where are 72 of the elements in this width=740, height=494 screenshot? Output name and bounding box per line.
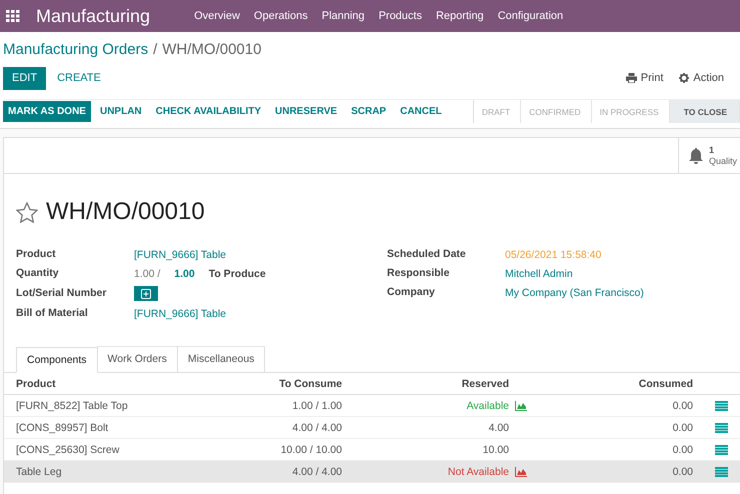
column-header: Consumed <box>531 373 693 394</box>
quantity-input[interactable]: 1.00 <box>174 268 195 280</box>
tab[interactable]: Miscellaneous <box>176 346 266 372</box>
header-button[interactable]: CANCEL <box>395 101 447 122</box>
field-link[interactable]: [FURN_9666] Table <box>134 308 387 320</box>
menu-item[interactable]: Configuration <box>498 10 564 22</box>
field-value: 1.00 / <box>134 268 160 280</box>
print-menu[interactable]: Print <box>640 72 664 84</box>
chart-icon[interactable] <box>515 400 527 410</box>
availability-status: Not Available <box>448 466 509 478</box>
bell-icon <box>688 147 704 164</box>
field-label: Company <box>387 286 436 299</box>
table-cell: 0.00 <box>531 460 693 482</box>
column-header: Reserved <box>342 373 531 394</box>
field-label: Scheduled Date <box>387 248 467 261</box>
list-icon[interactable] <box>715 422 728 432</box>
list-icon[interactable] <box>715 444 728 454</box>
field-label: Quantity <box>16 267 60 280</box>
table-cell: 4.00 / 4.00 <box>210 460 342 482</box>
record-title: WH/MO/00010 <box>46 198 205 226</box>
status-stage[interactable]: TO CLOSE <box>670 100 740 123</box>
table-cell: 0.00 <box>531 394 693 416</box>
printer-icon <box>626 73 637 83</box>
table-cell: 1.00 / 1.00 <box>210 394 342 416</box>
action-menu[interactable]: Action <box>693 72 724 84</box>
table-cell: 4.00 / 4.00 <box>210 416 342 438</box>
quality-label: Quality <box>709 156 738 166</box>
field-value: 05/26/2021 15:58:40 <box>505 248 602 260</box>
field-label: Bill of Material <box>16 307 89 320</box>
app-title: Manufacturing <box>36 6 150 26</box>
plus-square-icon <box>141 288 151 298</box>
column-header: To Consume <box>210 373 342 394</box>
column-header: Product <box>4 373 210 394</box>
field-label: Product <box>16 248 57 261</box>
table-cell: 4.00 <box>488 422 509 434</box>
header-button[interactable]: SCRAP <box>346 101 392 122</box>
table-cell: [CONS_89957] Bolt <box>4 416 210 438</box>
header-button[interactable]: CHECK AVAILABILITY <box>150 101 266 122</box>
menu-item[interactable]: Reporting <box>436 10 484 22</box>
add-lot-button[interactable] <box>134 286 158 301</box>
breadcrumb-separator: / <box>153 41 158 58</box>
table-cell: [FURN_8522] Table Top <box>4 394 210 416</box>
table-cell: 10.00 <box>482 444 509 456</box>
header-button[interactable]: UNRESERVE <box>270 101 342 122</box>
header-button[interactable]: MARK AS DONE <box>3 101 91 122</box>
menu-item[interactable]: Operations <box>254 10 308 22</box>
gear-icon <box>679 73 690 83</box>
list-icon[interactable] <box>715 400 728 410</box>
field-label: Lot/Serial Number <box>16 287 108 300</box>
edit-button[interactable]: EDIT <box>3 66 46 90</box>
breadcrumb-link[interactable]: Manufacturing Orders <box>3 41 148 58</box>
availability-status: Available <box>466 400 509 412</box>
create-button[interactable]: CREATE <box>51 71 107 85</box>
field-link[interactable]: [FURN_9666] Table <box>134 248 387 260</box>
breadcrumb-current: WH/MO/00010 <box>162 41 262 58</box>
tab[interactable]: Components <box>16 347 98 373</box>
apps-menu-icon[interactable] <box>6 10 20 22</box>
table-cell: 0.00 <box>531 416 693 438</box>
menu-item[interactable]: Products <box>378 10 422 22</box>
table-cell: Table Leg <box>4 460 210 482</box>
field-link[interactable]: Mitchell Admin <box>505 268 644 280</box>
list-icon[interactable] <box>715 466 728 476</box>
field-link[interactable]: My Company (San Francisco) <box>505 286 644 298</box>
menu-item[interactable]: Planning <box>322 10 365 22</box>
quality-count: 1 <box>709 144 716 156</box>
quality-button[interactable]: 1 Quality <box>678 138 740 173</box>
header-button[interactable]: UNPLAN <box>94 101 147 122</box>
star-icon[interactable] <box>16 202 38 222</box>
chart-icon[interactable] <box>515 466 527 476</box>
menu-item[interactable]: Overview <box>194 10 240 22</box>
field-label: Responsible <box>387 267 450 280</box>
field-label: To Produce <box>208 268 266 280</box>
